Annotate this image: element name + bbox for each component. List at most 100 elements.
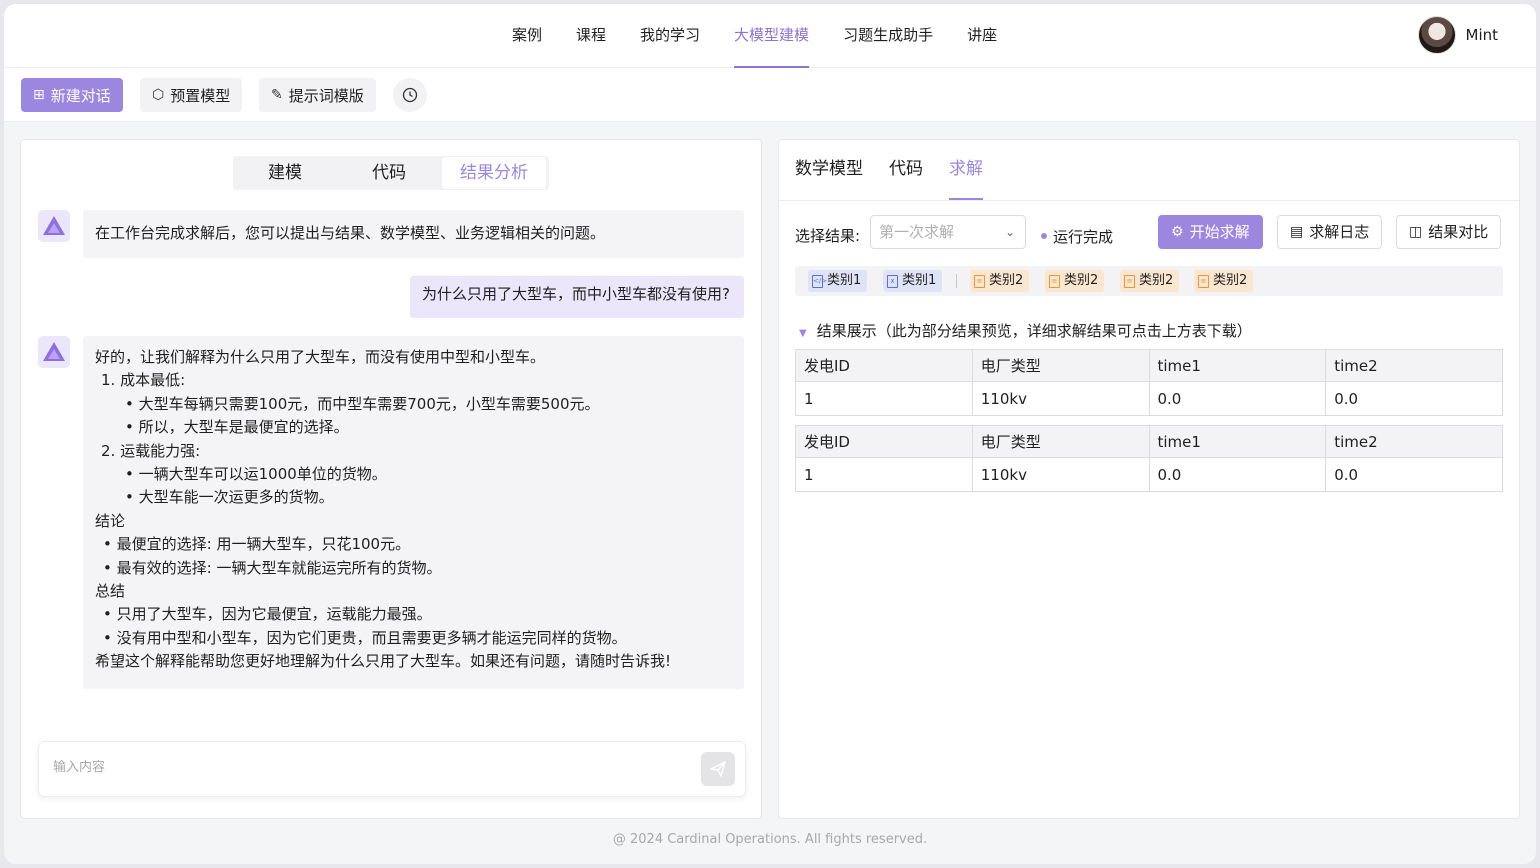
- result-select[interactable]: 第一次求解 ⌄: [870, 215, 1026, 249]
- tab-result-analysis[interactable]: 结果分析: [442, 157, 546, 189]
- answer-line: • 最有效的选择: 一辆大型车就能运完所有的货物。: [103, 558, 442, 577]
- file-chip-doc[interactable]: ≡ 类别2: [1120, 270, 1180, 292]
- bot-avatar: [38, 210, 70, 242]
- history-button[interactable]: [393, 78, 427, 112]
- start-solve-button[interactable]: ⚙ 开始求解: [1158, 215, 1263, 249]
- user-message: 为什么只用了大型车，而中小型车都没有使用?: [410, 276, 744, 318]
- cube-icon: ⬡: [152, 87, 165, 103]
- tab-code[interactable]: 代码: [337, 156, 441, 190]
- divider: [956, 274, 957, 288]
- result-section-header[interactable]: ▼ 结果展示（此为部分结果预览，详细求解结果可点击上方表下载）: [799, 320, 1252, 341]
- top-nav: 案例 课程 我的学习 大模型建模 习题生成助手 讲座 Mint: [4, 4, 1536, 68]
- doc-file-icon: ≡: [974, 274, 985, 288]
- new-chat-button[interactable]: ⊞ 新建对话: [21, 78, 123, 112]
- column-header: 电厂类型: [971, 425, 1150, 458]
- bot-avatar: [38, 336, 70, 368]
- solve-log-button[interactable]: ▤ 求解日志: [1277, 215, 1383, 249]
- clock-icon: [402, 87, 418, 103]
- status-dot: [1041, 232, 1047, 239]
- avatar[interactable]: [1417, 16, 1456, 54]
- doc-file-icon: ≡: [1198, 274, 1209, 288]
- table-row: 1 110kv 0.0 0.0: [795, 381, 1503, 416]
- solver-tabs: 数学模型 代码 求解: [795, 140, 1009, 200]
- answer-line: • 大型车每辆只需要100元，而中型车需要700元，小型车需要500元。: [125, 394, 600, 413]
- send-icon: [710, 761, 726, 777]
- send-button[interactable]: [701, 752, 735, 786]
- file-chip-doc[interactable]: ≡ 类别2: [970, 270, 1030, 292]
- file-chip-label: 类别2: [1139, 273, 1174, 288]
- file-chip-doc[interactable]: ≡ 类别2: [1045, 270, 1105, 292]
- answer-line: 结论: [95, 511, 126, 530]
- column-header: 发电ID: [795, 425, 973, 458]
- answer-line: • 最便宜的选择: 用一辆大型车，只花100元。: [103, 535, 411, 554]
- file-chip-doc[interactable]: ≡ 类别2: [1194, 270, 1254, 292]
- footer-copyright: @ 2024 Cardinal Operations. All fights r…: [612, 832, 928, 847]
- tab-code[interactable]: 代码: [889, 140, 923, 200]
- caret-down-icon: ▼: [799, 328, 807, 339]
- chevron-down-icon: ⌄: [1004, 225, 1015, 239]
- tabs-divider: [779, 200, 1519, 201]
- chat-input[interactable]: [53, 760, 653, 775]
- user-message-text: 为什么只用了大型车，而中小型车都没有使用?: [422, 284, 730, 303]
- result-files-bar: </> 类别1 x 类别1 ≡ 类别2 ≡ 类别2 ≡ 类别2 ≡ 类别2: [795, 266, 1503, 296]
- excel-file-icon: x: [887, 274, 898, 288]
- doc-file-icon: ≡: [1124, 274, 1135, 288]
- file-chip-excel[interactable]: x 类别1: [883, 270, 943, 292]
- file-chip-label: 类别2: [1064, 273, 1099, 288]
- gear-icon: ⚙: [1171, 224, 1184, 240]
- run-status-text: 运行完成: [1053, 228, 1114, 246]
- table-row: 1 110kv 0.0 0.0: [795, 457, 1503, 492]
- analysis-tabs: 建模 代码 结果分析: [233, 156, 549, 190]
- tab-math-model[interactable]: 数学模型: [795, 140, 863, 200]
- table-cell: 110kv: [971, 381, 1150, 416]
- result-table: 发电ID 电厂类型 time1 time2 1 110kv 0.0 0.0: [795, 349, 1503, 416]
- result-section-title: 结果展示（此为部分结果预览，详细求解结果可点击上方表下载）: [816, 322, 1252, 340]
- bot-message: 在工作台完成求解后，您可以提出与结果、数学模型、业务逻辑相关的问题。: [83, 210, 744, 258]
- file-chip-label: 类别2: [1213, 273, 1248, 288]
- bot-answer: 好的，让我们解释为什么只用了大型车，而没有使用中型和小型车。 1. 成本最低: …: [83, 336, 744, 689]
- nav-item-cases[interactable]: 案例: [512, 4, 542, 68]
- preset-model-button[interactable]: ⬡ 预置模型: [140, 78, 243, 112]
- result-table: 发电ID 电厂类型 time1 time2 1 110kv 0.0 0.0: [795, 425, 1503, 492]
- nav-item-courses[interactable]: 课程: [576, 4, 606, 68]
- compare-results-button[interactable]: ◫ 结果对比: [1396, 215, 1502, 249]
- bot-logo-icon: [43, 216, 65, 235]
- table-cell: 1: [795, 457, 973, 492]
- table-cell: 0.0: [1148, 381, 1327, 416]
- tab-solve[interactable]: 求解: [949, 140, 983, 200]
- nav-item-llm-modeling[interactable]: 大模型建模: [734, 4, 810, 68]
- tab-modeling[interactable]: 建模: [233, 156, 337, 190]
- table-header-row: 发电ID 电厂类型 time1 time2: [795, 425, 1503, 458]
- column-header: 发电ID: [795, 349, 973, 382]
- answer-line: • 没有用中型和小型车，因为它们更贵，而且需要更多辆才能运完同样的货物。: [103, 628, 627, 647]
- nav-item-lectures[interactable]: 讲座: [967, 4, 997, 68]
- table-header-row: 发电ID 电厂类型 time1 time2: [795, 349, 1503, 382]
- column-header: time1: [1148, 349, 1327, 382]
- nav-item-my-learning[interactable]: 我的学习: [640, 4, 700, 68]
- table-cell: 1: [795, 381, 973, 416]
- user-menu[interactable]: Mint: [1417, 16, 1499, 54]
- nav-menu: 案例 课程 我的学习 大模型建模 习题生成助手 讲座: [512, 4, 1031, 68]
- answer-line: • 只用了大型车，因为它最便宜，运载能力最强。: [103, 605, 432, 624]
- bot-logo-icon: [43, 342, 65, 361]
- file-chip-code[interactable]: </> 类别1: [808, 270, 868, 292]
- chat-panel: 建模 代码 结果分析 在工作台完成求解后，您可以提出与结果、数学模型、业务逻辑相…: [20, 139, 762, 819]
- username: Mint: [1465, 26, 1499, 44]
- file-chip-label: 类别1: [827, 273, 862, 288]
- select-result-label: 选择结果:: [795, 227, 861, 245]
- answer-line: 希望这个解释能帮助您更好地理解为什么只用了大型车。如果还有问题，请随时告诉我!: [95, 652, 672, 671]
- prompt-template-button[interactable]: ✎ 提示词模版: [259, 78, 376, 112]
- doc-file-icon: ≡: [1049, 274, 1060, 288]
- column-header: 电厂类型: [971, 349, 1150, 382]
- app-window: 案例 课程 我的学习 大模型建模 习题生成助手 讲座 Mint ⊞ 新建对话 ⬡…: [4, 4, 1536, 864]
- answer-line: • 大型车能一次运更多的货物。: [125, 488, 334, 507]
- result-select-value: 第一次求解: [879, 223, 955, 241]
- compare-results-label: 结果对比: [1428, 223, 1489, 241]
- nav-item-exercise-assistant[interactable]: 习题生成助手: [843, 4, 933, 68]
- preset-model-label: 预置模型: [170, 86, 231, 105]
- answer-line: 总结: [95, 581, 126, 600]
- answer-line: • 所以，大型车是最便宜的选择。: [125, 418, 349, 437]
- answer-line: 2. 运载能力强:: [101, 441, 201, 460]
- start-solve-label: 开始求解: [1189, 223, 1250, 241]
- table-cell: 0.0: [1148, 457, 1327, 492]
